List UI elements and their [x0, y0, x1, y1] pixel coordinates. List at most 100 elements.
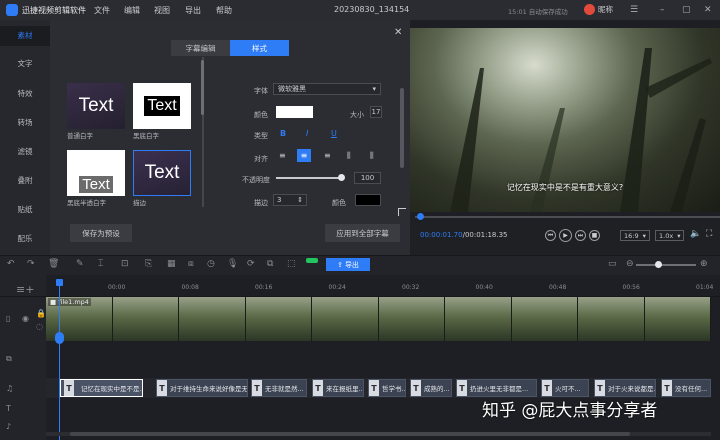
close-window-icon[interactable]: ✕ [704, 4, 712, 16]
nav-text[interactable]: 文字 [0, 58, 50, 69]
subtitle-clip[interactable]: T 哲学书... [368, 379, 406, 397]
align-top-icon[interactable]: ⫼ [347, 151, 351, 161]
video-track-clip[interactable] [46, 297, 711, 341]
aspect-ratio-select[interactable]: 16:9 ▾ [620, 230, 650, 241]
apply-all-button[interactable]: 应用到全部字幕 [325, 224, 400, 242]
zoom-out-icon[interactable]: ⊖ [626, 259, 634, 269]
subtitle-clip[interactable]: T 来在报纸里... [312, 379, 364, 397]
rotate-icon[interactable]: ⟳ [247, 259, 255, 269]
save-preset-button[interactable]: 保存为预设 [70, 224, 132, 242]
subtitle-clip-text: 扔进火里无非都是... [470, 385, 529, 393]
subtitle-clip[interactable]: T 成熟的... [410, 379, 452, 397]
playhead[interactable] [59, 280, 60, 440]
subtitle-clip[interactable]: T 对于火来说都是... [594, 379, 656, 397]
add-track-icon[interactable]: ≡+ [16, 283, 34, 296]
menu-icon[interactable]: ☰ [630, 4, 638, 16]
microphone-icon[interactable]: 🎙 [227, 259, 238, 269]
opacity-field[interactable]: 100 [354, 172, 381, 184]
play-icon[interactable]: ▶ [559, 229, 572, 242]
preset-black-bg-white[interactable]: Text 黑底白字 [133, 83, 191, 140]
font-select[interactable]: 微软雅黑 ▾ [273, 83, 381, 95]
video-thumbnail [445, 297, 512, 341]
nav-transitions[interactable]: 转场 [0, 117, 50, 128]
stroke-color-swatch[interactable] [355, 194, 381, 206]
close-panel-icon[interactable]: ✕ [394, 27, 402, 38]
preset-scrollbar-thumb[interactable] [201, 60, 204, 115]
nav-filters[interactable]: 滤镜 [0, 146, 50, 157]
nav-stickers[interactable]: 贴纸 [0, 204, 50, 215]
timeline-scrollbar-thumb[interactable] [70, 432, 630, 436]
mosaic-icon[interactable]: ▦ [167, 259, 176, 269]
resize-corner-icon[interactable] [398, 208, 406, 216]
subtitle-clip-text: 无非就是然... [265, 385, 304, 393]
align-right-icon[interactable]: ≡ [324, 151, 331, 160]
playback-progress[interactable] [415, 216, 720, 218]
green-screen-icon[interactable]: ⬚ [287, 259, 296, 269]
volume-icon[interactable]: 🔈 [690, 229, 701, 239]
playhead-handle[interactable] [56, 279, 63, 286]
underline-button[interactable]: U [331, 129, 337, 138]
time-ruler[interactable]: 00:00 00:08 00:16 00:24 00:32 00:40 00:48 00:56… [46, 279, 720, 293]
preset-stroke[interactable]: Text 描边 [133, 150, 191, 207]
track-settings-icon[interactable]: ▭ [608, 259, 617, 269]
nav-effects[interactable]: 特效 [0, 88, 50, 99]
prev-frame-icon[interactable]: ⏮ [545, 230, 556, 241]
properties-scrollbar[interactable] [400, 88, 404, 168]
menu-export[interactable]: 导出 [185, 5, 201, 16]
split-icon[interactable]: ⌶ [98, 259, 103, 269]
nav-materials[interactable]: 素材 [0, 26, 50, 46]
size-field[interactable]: 17 [370, 106, 382, 118]
align-left-icon[interactable]: ≡ [279, 151, 286, 160]
freeze-icon[interactable]: ⧈ [188, 259, 194, 269]
subtitle-clip[interactable]: T 记忆在现实中是不是... [60, 379, 143, 397]
preset-plain-white[interactable]: Text 普通白字 [67, 83, 125, 140]
maximize-icon[interactable]: ▢ [682, 4, 691, 16]
stop-icon[interactable]: ■ [589, 230, 600, 241]
subtitle-clip[interactable]: T 没有任何... [661, 379, 711, 397]
redo-icon[interactable]: ↷ [27, 259, 35, 269]
edit-icon[interactable]: ✎ [76, 259, 84, 269]
video-thumbnail [578, 297, 645, 341]
export-button[interactable]: ⇪ 导出 [326, 258, 370, 271]
tab-subtitle-edit[interactable]: 字幕编辑 [171, 40, 230, 56]
subtitle-clip[interactable]: T 火可不... [541, 379, 589, 397]
delete-icon[interactable]: 🗑 [48, 259, 59, 269]
nav-overlay[interactable]: 叠附 [0, 175, 50, 186]
opacity-slider-track[interactable] [276, 177, 342, 179]
bold-button[interactable]: B [280, 129, 286, 138]
preset-translucent-black-bg[interactable]: Text 黑底半透白字 [67, 150, 125, 207]
next-frame-icon[interactable]: ⏭ [575, 230, 586, 241]
stroke-width-field[interactable]: 3 ⇕ [273, 194, 307, 206]
text-color-swatch[interactable] [276, 106, 313, 118]
menu-help[interactable]: 帮助 [216, 5, 232, 16]
crop-icon[interactable]: ⊡ [121, 259, 129, 269]
speed-icon[interactable]: ◷ [207, 259, 215, 269]
nav-music[interactable]: 配乐 [0, 233, 50, 244]
fullscreen-icon[interactable]: ⛶ [706, 229, 712, 239]
zoom-in-icon[interactable]: ⊕ [700, 259, 708, 269]
subtitle-clip[interactable]: T对于维持生命来说好像是无所... [156, 379, 248, 397]
tab-style[interactable]: 样式 [230, 40, 289, 56]
subtitle-clip[interactable]: T 无非就是然... [251, 379, 307, 397]
undo-icon[interactable]: ↶ [7, 259, 15, 269]
align-center-icon[interactable]: ≡ [297, 149, 311, 162]
screenshot-icon[interactable]: ⧉ [267, 259, 273, 269]
progress-handle[interactable] [417, 213, 425, 220]
zoom-slider[interactable] [636, 264, 696, 266]
playhead-knob[interactable] [55, 332, 64, 344]
user-account[interactable]: 昵称 [584, 4, 613, 15]
italic-button[interactable]: I [306, 129, 308, 138]
visibility-icon[interactable]: ◉ [22, 314, 29, 323]
minimize-icon[interactable]: – [660, 4, 665, 16]
lock-icon[interactable]: 🔒 [36, 309, 46, 318]
subtitle-clip[interactable]: T 扔进火里无非都是... [456, 379, 537, 397]
zoom-slider-knob[interactable] [655, 261, 662, 268]
mute-icon[interactable]: ◌ [36, 322, 43, 331]
align-middle-icon[interactable]: ⫼ [370, 151, 374, 161]
speed-select[interactable]: 1.0x ▾ [655, 230, 685, 241]
menu-file[interactable]: 文件 [94, 5, 110, 16]
menu-edit[interactable]: 编辑 [124, 5, 140, 16]
opacity-slider-knob[interactable] [338, 174, 345, 181]
menu-view[interactable]: 视图 [154, 5, 170, 16]
copy-icon[interactable]: ⎘ [145, 259, 152, 269]
